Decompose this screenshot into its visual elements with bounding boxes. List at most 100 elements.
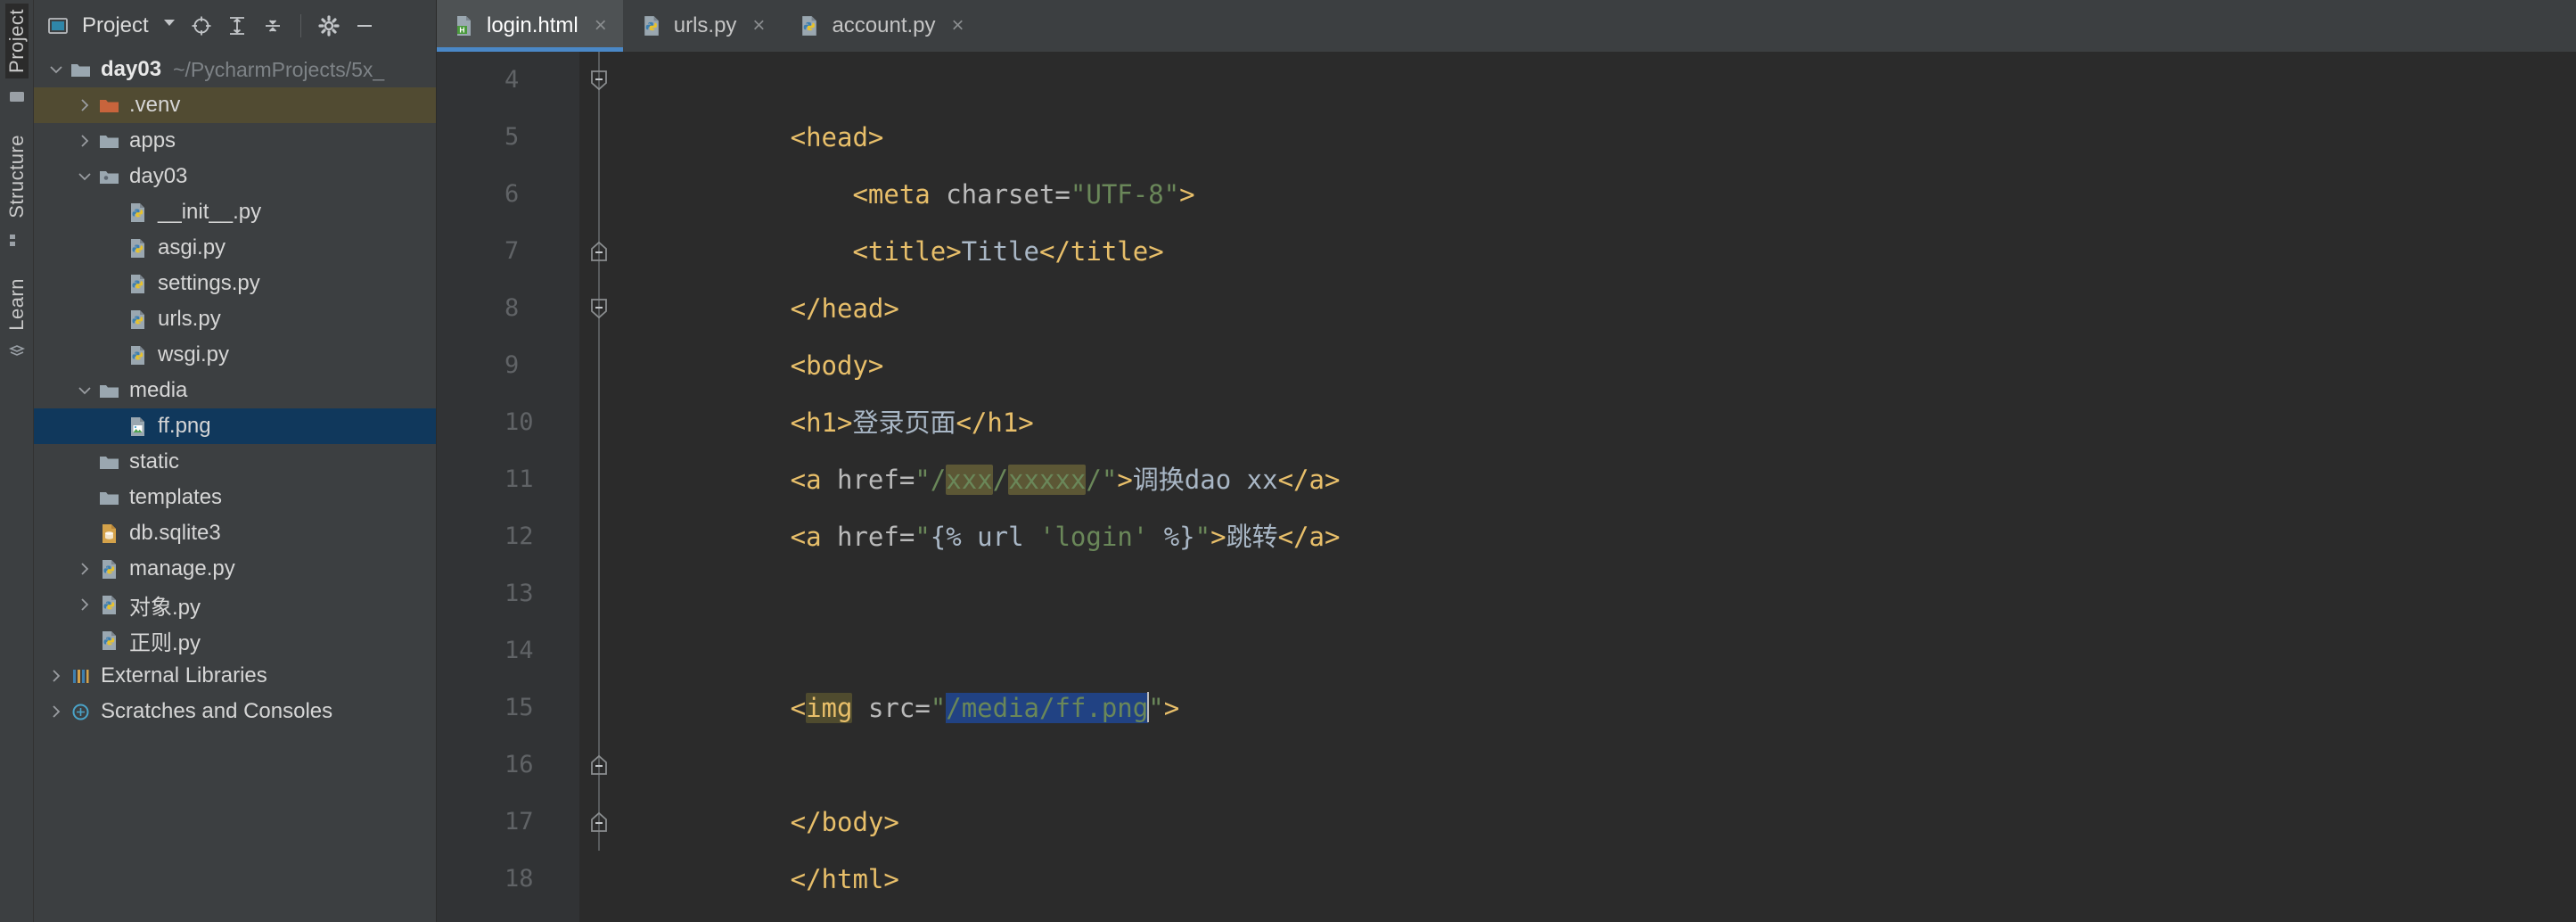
fold-marker-start[interactable] xyxy=(588,298,610,319)
tree-item-settings-py[interactable]: settings.py xyxy=(34,266,436,301)
tree-item-wsgi-py[interactable]: wsgi.py xyxy=(34,337,436,373)
html-file-icon: H xyxy=(453,14,476,37)
tree-expand-arrow-down[interactable] xyxy=(73,383,96,398)
tree-item-day03[interactable]: day03 xyxy=(34,159,436,194)
token-a11-djtag-close: %} xyxy=(1148,522,1195,552)
locate-file-icon[interactable] xyxy=(190,14,213,37)
expand-all-icon[interactable] xyxy=(226,14,249,37)
image-file-icon xyxy=(125,416,150,438)
python-file-icon xyxy=(640,14,663,37)
line-number: 11 xyxy=(505,465,534,493)
settings-gear-icon[interactable] xyxy=(317,14,340,37)
tool-window-tab-project[interactable]: Project xyxy=(4,4,29,78)
tree-item-label: day03 xyxy=(101,57,162,81)
tree-item-ff-png[interactable]: ff.png xyxy=(34,408,436,444)
tree-item-label: static xyxy=(129,449,180,473)
chevron-down-icon[interactable] xyxy=(161,14,177,37)
tool-window-tab-structure[interactable]: Structure xyxy=(5,129,29,224)
tree-item-db-sqlite3[interactable]: db.sqlite3 xyxy=(34,515,436,551)
collapse-all-icon[interactable] xyxy=(261,14,284,37)
hide-panel-icon[interactable] xyxy=(353,14,376,37)
tree-expand-arrow-down[interactable] xyxy=(45,62,68,77)
token-a11-djtag-open: {% xyxy=(930,522,978,552)
token-h1-close: </h1> xyxy=(956,407,1034,438)
line-number: 8 xyxy=(505,294,520,322)
token-a11-text: 跳转 xyxy=(1226,522,1278,552)
project-view-icon[interactable] xyxy=(46,14,70,37)
token-title-text: Title xyxy=(961,236,1039,267)
token-a10-text: 调换dao xx xyxy=(1132,465,1278,495)
tree-expand-arrow-right[interactable] xyxy=(73,562,96,576)
editor-tab-urls-py[interactable]: urls.py × xyxy=(624,0,783,52)
token-a11-close: </a> xyxy=(1277,522,1341,552)
tree-item-init-py[interactable]: __init__.py xyxy=(34,194,436,230)
code-line-8: <body> xyxy=(635,280,2576,381)
editor-tab-account-py[interactable]: account.py × xyxy=(782,0,981,52)
fold-marker-end[interactable] xyxy=(588,754,610,776)
tree-item-label: __init__.py xyxy=(158,200,262,224)
tree-item-day03[interactable]: day03 ~/PycharmProjects/5x_ xyxy=(34,52,436,87)
tree-expand-arrow-right[interactable] xyxy=(73,98,96,112)
token-img-q1: " xyxy=(930,693,947,723)
project-small-icon xyxy=(8,87,26,110)
tree-item-scratches-and-consoles[interactable]: Scratches and Consoles xyxy=(34,694,436,729)
tree-item-apps[interactable]: apps xyxy=(34,123,436,159)
tree-item-external-libraries[interactable]: External Libraries xyxy=(34,658,436,694)
folder-excluded-icon xyxy=(96,95,121,117)
python-file-icon xyxy=(125,273,150,295)
close-icon[interactable]: × xyxy=(595,15,607,37)
fold-marker-end[interactable] xyxy=(588,811,610,833)
tree-item-urls-py[interactable]: urls.py xyxy=(34,301,436,337)
token-img-value-selected: /media/ff.png xyxy=(946,693,1149,723)
token-a11-q1: " xyxy=(915,522,931,552)
tree-item-venv[interactable]: .venv xyxy=(34,87,436,123)
tool-window-tab-learn[interactable]: Learn xyxy=(5,273,29,336)
token-a11-open: <a xyxy=(790,522,837,552)
tree-item-media[interactable]: media xyxy=(34,373,436,408)
code-line-16: </body> xyxy=(635,737,2576,837)
tree-item-templates[interactable]: templates xyxy=(34,480,436,515)
tree-item-label: ff.png xyxy=(158,414,211,438)
tree-item-py[interactable]: 对象.py xyxy=(34,587,436,622)
tree-expand-arrow-right[interactable] xyxy=(45,704,68,719)
code-editor[interactable]: 4 5 6 7 8 9 10 11 12 13 14 15 16 17 18 <head> <meta ch… xyxy=(437,52,2576,922)
folder-icon xyxy=(96,380,121,402)
tree-item-label: .venv xyxy=(129,93,181,117)
tree-expand-arrow-right[interactable] xyxy=(73,597,96,612)
line-number: 16 xyxy=(505,751,534,778)
tree-item-static[interactable]: static xyxy=(34,444,436,480)
token-html-close: </html> xyxy=(790,864,899,894)
code-folding-gutter[interactable] xyxy=(579,52,619,922)
editor-area: Hlogin.html × urls.py × account.py × 4 5 6 7 8 9 10… xyxy=(437,0,2576,922)
folder-icon xyxy=(96,130,121,152)
token-a10-slash: / xyxy=(992,465,1009,495)
left-tool-strip: Project Structure Learn xyxy=(0,0,34,922)
token-a10-attr: href= xyxy=(837,465,915,495)
tree-expand-arrow-right[interactable] xyxy=(73,134,96,148)
line-number: 18 xyxy=(505,865,534,893)
token-head-close: </head> xyxy=(790,293,899,324)
token-h1-open: <h1> xyxy=(790,407,853,438)
code-content[interactable]: <head> <meta charset="UTF-8"> <title>Tit… xyxy=(619,52,2576,922)
tree-expand-arrow-right[interactable] xyxy=(45,669,68,683)
tree-expand-arrow-down[interactable] xyxy=(73,169,96,184)
tree-item-asgi-py[interactable]: asgi.py xyxy=(34,230,436,266)
editor-tab-label: login.html xyxy=(487,13,578,37)
python-file-icon xyxy=(96,594,121,616)
token-a10-highlight-1: xxx xyxy=(946,465,993,495)
learn-small-icon xyxy=(8,343,26,366)
fold-marker-end[interactable] xyxy=(588,241,610,262)
tree-item-manage-py[interactable]: manage.py xyxy=(34,551,436,587)
close-icon[interactable]: × xyxy=(952,15,964,37)
close-icon[interactable]: × xyxy=(752,15,765,37)
token-meta-close: > xyxy=(1179,179,1195,210)
token-img-tagname: img xyxy=(806,693,853,723)
line-number: 12 xyxy=(505,523,534,550)
fold-marker-start[interactable] xyxy=(588,70,610,91)
editor-tab-login-html[interactable]: Hlogin.html × xyxy=(437,0,624,52)
line-number: 9 xyxy=(505,351,520,379)
project-tree[interactable]: day03 ~/PycharmProjects/5x_ .venv apps day03… xyxy=(34,52,436,922)
db-file-icon xyxy=(96,523,121,545)
tree-item-py[interactable]: 正则.py xyxy=(34,622,436,658)
